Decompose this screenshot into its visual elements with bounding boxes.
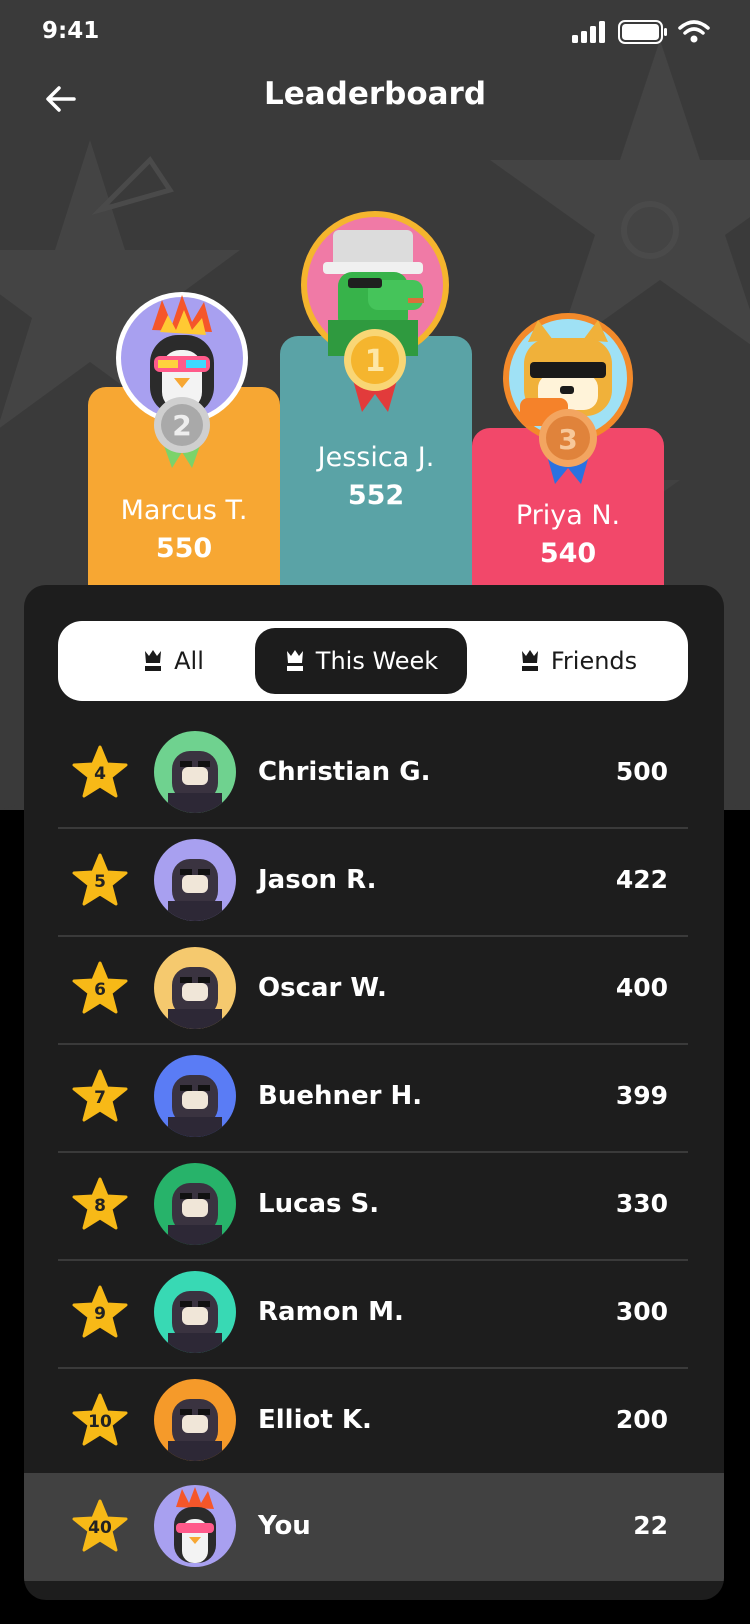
avatar <box>154 731 236 813</box>
player-name: Buehner H. <box>258 1081 423 1111</box>
user-avatar-icon <box>174 1487 216 1563</box>
leaderboard-row[interactable]: 7 Buehner H. 399 <box>58 1043 688 1153</box>
signal-icon <box>572 21 605 43</box>
user-avatar-icon <box>168 1291 222 1353</box>
player-name: Elliot K. <box>258 1405 372 1435</box>
player-score: 200 <box>615 1405 668 1434</box>
player-score: 300 <box>615 1297 668 1326</box>
battery-icon <box>618 20 667 44</box>
wifi-icon <box>678 20 710 43</box>
leaderboard-row[interactable]: 6 Oscar W. 400 <box>58 935 688 1045</box>
current-user-row[interactable]: 40 You 22 <box>24 1473 724 1581</box>
filter-tabs: All This Week Friends <box>58 621 688 701</box>
player-name: Jason R. <box>258 865 377 895</box>
tab-friends[interactable]: Friends <box>478 628 678 694</box>
podium-score: 552 <box>347 480 405 511</box>
leaderboard-row[interactable]: 10 Elliot K. 200 <box>58 1367 688 1477</box>
tab-all[interactable]: All <box>98 628 248 694</box>
status-bar: 9:41 <box>0 0 750 70</box>
leaderboard-row[interactable]: 5 Jason R. 422 <box>58 827 688 937</box>
tab-this-week[interactable]: This Week <box>255 628 467 694</box>
player-score: 400 <box>615 973 668 1002</box>
avatar <box>154 1163 236 1245</box>
crown-icon <box>286 650 303 671</box>
svg-text:2: 2 <box>172 409 191 442</box>
svg-text:1: 1 <box>365 344 386 379</box>
podium-name: Jessica J. <box>317 442 435 473</box>
rank-number: 40 <box>88 1518 112 1538</box>
tab-label: This Week <box>315 647 439 675</box>
user-avatar-icon <box>168 859 222 921</box>
user-avatar-icon <box>168 751 222 813</box>
leaderboard-panel: All This Week Friends 4 Christian G. 500 5 J… <box>24 585 724 1600</box>
player-name: You <box>258 1511 311 1541</box>
avatar <box>154 1055 236 1137</box>
svg-text:3: 3 <box>558 423 577 456</box>
rank-number: 9 <box>94 1304 106 1324</box>
current-user-entry: 40 You 22 <box>58 1473 688 1581</box>
player-name: Ramon M. <box>258 1297 404 1327</box>
avatar-jessica: 1 <box>301 211 449 412</box>
podium-name: Priya N. <box>515 500 621 531</box>
player-name: Christian G. <box>258 757 431 787</box>
avatar-priya: 3 <box>503 313 633 484</box>
crown-icon <box>145 650 162 671</box>
leaderboard-row[interactable]: 8 Lucas S. 330 <box>58 1151 688 1261</box>
avatar <box>154 839 236 921</box>
status-time: 9:41 <box>42 18 100 44</box>
user-avatar-icon <box>168 967 222 1029</box>
player-name: Oscar W. <box>258 973 387 1003</box>
rank-number: 8 <box>94 1196 106 1216</box>
leaderboard-row[interactable]: 4 Christian G. 500 <box>58 719 688 829</box>
rank-number: 5 <box>94 872 106 892</box>
avatar-marcus: 2 <box>116 292 248 468</box>
crown-icon <box>521 650 538 671</box>
tab-label: Friends <box>550 647 638 675</box>
user-avatar-icon <box>168 1183 222 1245</box>
rank-number: 4 <box>94 764 106 784</box>
page-title: Leaderboard <box>263 76 487 112</box>
user-avatar-icon <box>168 1075 222 1137</box>
rank-number: 6 <box>94 980 106 1000</box>
leaderboard-row[interactable]: 9 Ramon M. 300 <box>58 1259 688 1369</box>
podium-name: Marcus T. <box>120 495 248 526</box>
player-score: 399 <box>615 1081 668 1110</box>
podium-score: 550 <box>155 533 213 564</box>
rank-number: 7 <box>94 1088 106 1108</box>
tab-label: All <box>174 647 204 675</box>
player-score: 422 <box>615 865 668 894</box>
avatar <box>154 1485 236 1567</box>
avatar <box>154 947 236 1029</box>
avatar <box>154 1271 236 1353</box>
avatar <box>154 1379 236 1461</box>
user-avatar-icon <box>168 1399 222 1461</box>
player-score: 22 <box>633 1511 668 1540</box>
status-icons <box>572 20 710 44</box>
player-name: Lucas S. <box>258 1189 380 1219</box>
player-score: 330 <box>615 1189 668 1218</box>
player-score: 500 <box>615 757 668 786</box>
podium-score: 540 <box>539 538 597 569</box>
rank-number: 10 <box>88 1412 112 1432</box>
